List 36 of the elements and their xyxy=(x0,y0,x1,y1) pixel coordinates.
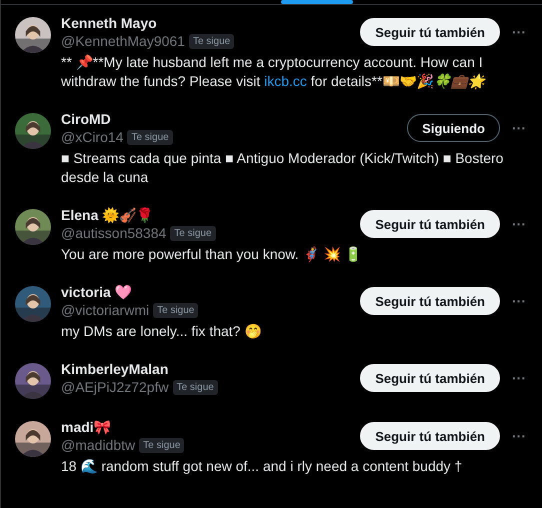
more-button[interactable]: ··· xyxy=(510,216,528,232)
follow-button[interactable]: Seguir tú también xyxy=(360,18,500,46)
more-button[interactable]: ··· xyxy=(510,120,528,136)
follows-you-badge: Te sigue xyxy=(127,130,173,144)
follows-you-badge: Te sigue xyxy=(153,302,198,318)
bio-text: my DMs are lonely... fix that? 🤭 xyxy=(61,322,262,341)
follows-you-badge: Te sigue xyxy=(170,226,216,240)
following-button[interactable]: Siguiendo xyxy=(407,114,500,142)
user-handle[interactable]: @victoriarwmi xyxy=(61,302,150,318)
follow-button[interactable]: Seguir tú también xyxy=(360,287,500,315)
more-button[interactable]: ··· xyxy=(510,370,528,386)
user-name[interactable]: KimberleyMalan xyxy=(61,361,168,377)
user-name[interactable]: CiroMD xyxy=(61,111,111,127)
more-button[interactable]: ··· xyxy=(510,293,528,309)
user-name[interactable]: victoria 🩷 xyxy=(61,284,132,300)
bio-text: ** 📌**My late husband left me a cryptocurrency account. How can I withdraw the funds? Please visit ikcb.cc for details**💴🤝🎉🍀💼🌟 xyxy=(61,53,486,91)
user-handle[interactable]: @xCiro14 xyxy=(61,129,124,145)
follow-button[interactable]: Seguir tú también xyxy=(360,210,500,238)
user-handle[interactable]: @madidbtw xyxy=(61,437,136,453)
link[interactable]: ikcb.cc xyxy=(264,73,307,89)
user-name[interactable]: madi🎀 xyxy=(61,419,111,435)
user-handle[interactable]: @autisson58384 xyxy=(61,225,166,241)
follows-you-badge: Te sigue xyxy=(139,438,184,452)
bio-text: ■ Streams cada que pinta ■ Antiguo Moderador (Kick/Twitch) ■ Bostero desde la cuna xyxy=(61,149,504,187)
follow-button[interactable]: Seguir tú también xyxy=(360,422,500,450)
user-handle[interactable]: @KennethMay9061 xyxy=(61,33,185,49)
follow-button[interactable]: Seguir tú también xyxy=(360,364,500,392)
more-button[interactable]: ··· xyxy=(510,428,528,444)
user-name[interactable]: Kenneth Mayo xyxy=(61,15,157,31)
more-button[interactable]: ··· xyxy=(510,24,528,40)
follows-you-badge: Te sigue xyxy=(172,380,218,394)
bio-text: You are more powerful than you know. 🦸 💥 🔋 xyxy=(61,245,362,264)
user-handle[interactable]: @AEjPiJ2z72pfw xyxy=(61,379,169,395)
follows-you-badge: Te sigue xyxy=(188,34,234,48)
bio-text: 18 🌊 random stuff got new of... and i rly need a content buddy † xyxy=(61,457,464,476)
user-name[interactable]: Elena 🌞🎻🌹 xyxy=(61,207,154,223)
